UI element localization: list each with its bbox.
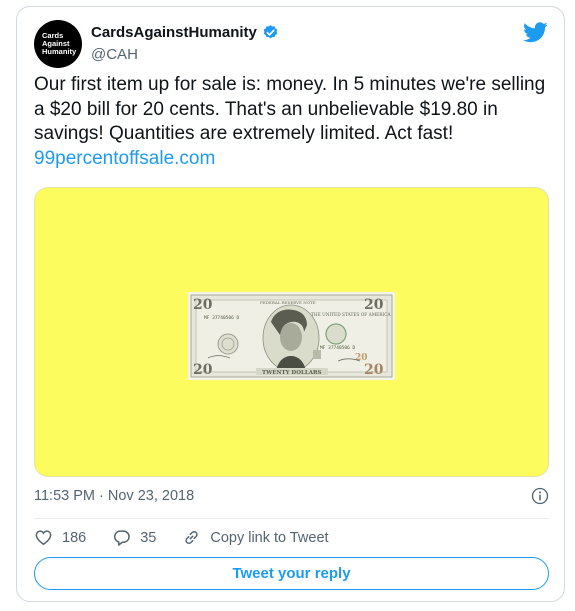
reply-count-button[interactable]: 35 xyxy=(112,528,156,547)
divider xyxy=(34,518,549,519)
avatar-line: Humanity xyxy=(42,47,77,56)
bill-serial-left: MF 37740506 D xyxy=(204,315,240,321)
heart-icon xyxy=(35,530,52,546)
tweet-actions: 186 35 Copy link to Tweet xyxy=(34,528,355,547)
bill-footer: TWENTY DOLLARS xyxy=(262,370,322,376)
avatar[interactable]: Cards Against Humanity xyxy=(34,20,82,68)
verified-badge-icon xyxy=(263,25,278,39)
tweet-timestamp[interactable]: 11:53 PM · Nov 23, 2018 xyxy=(34,488,194,504)
twenty-dollar-bill-image: 20 20 20 20 FEDERAL RESERVE NOTE THE UNI… xyxy=(188,292,395,380)
display-name[interactable]: CardsAgainstHumanity xyxy=(91,24,257,41)
bill-denomination-bottom-left: 20 xyxy=(193,362,213,378)
bill-serial-right: MF 37740506 D xyxy=(320,345,356,351)
copy-link-label: Copy link to Tweet xyxy=(210,529,329,546)
bill-denomination-bottom-right: 20 xyxy=(364,362,384,378)
bill-denomination-top-left: 20 xyxy=(193,297,213,313)
tweet-card: Cards Against Humanity CardsAgainstHuman… xyxy=(16,6,565,602)
tweet-media-image[interactable]: 20 20 20 20 FEDERAL RESERVE NOTE THE UNI… xyxy=(34,187,549,477)
like-count: 186 xyxy=(62,529,87,546)
bill-country: THE UNITED STATES OF AMERICA xyxy=(311,313,391,318)
twitter-bird-icon[interactable] xyxy=(523,22,548,43)
link-icon xyxy=(185,530,198,545)
tweet-body: Our first item up for sale is: money. In… xyxy=(34,74,546,144)
author-name-row[interactable]: CardsAgainstHumanity xyxy=(91,24,279,41)
like-button[interactable]: 186 xyxy=(34,528,86,547)
tweet-link[interactable]: 99percentoffsale.com xyxy=(34,148,215,169)
reply-icon xyxy=(114,530,130,546)
handle[interactable]: @CAH xyxy=(91,46,138,63)
tweet-your-reply-button[interactable]: Tweet your reply xyxy=(34,557,549,590)
bill-top-center: FEDERAL RESERVE NOTE xyxy=(260,300,316,305)
bill-denomination-top-right: 20 xyxy=(364,297,384,313)
bill-denomination-color: 20 xyxy=(355,353,368,363)
tweet-text: Our first item up for sale is: money. In… xyxy=(34,73,549,171)
copy-link-button[interactable]: Copy link to Tweet xyxy=(182,528,329,547)
info-icon[interactable] xyxy=(531,487,549,505)
reply-count: 35 xyxy=(140,529,157,546)
